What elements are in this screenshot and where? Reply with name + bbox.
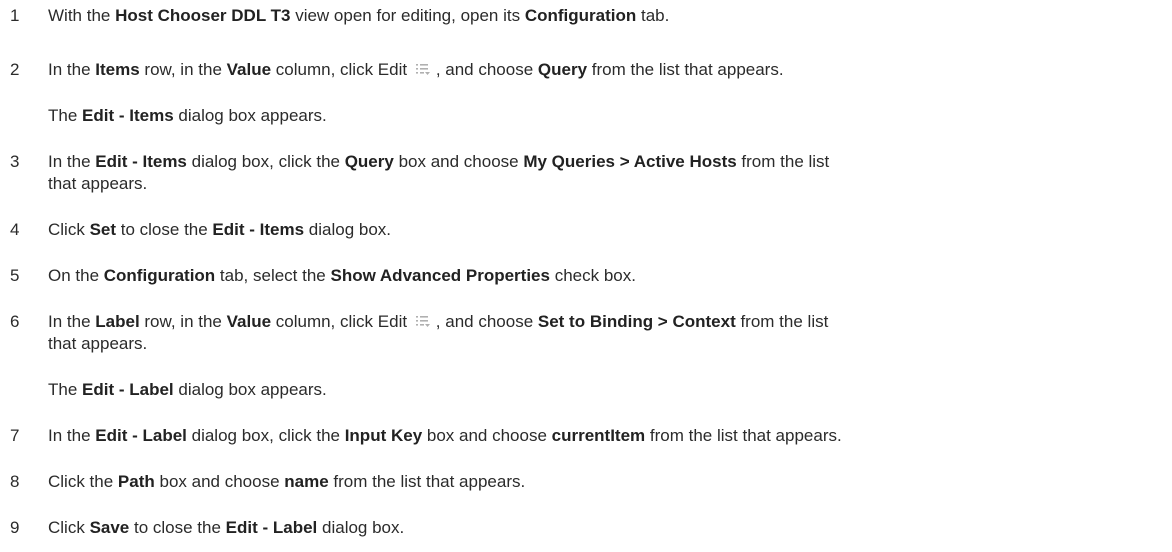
step-number: 8 [10,472,20,491]
step-text: On the Configuration tab, select the Sho… [48,266,636,285]
step-number: 6 [10,312,20,331]
step-text: Click the Path box and choose name from … [48,472,526,491]
step-text: that appears. [48,174,148,193]
instruction-document: 1 With the Host Chooser DDL T3 view open… [0,0,1172,552]
step-number: 2 [10,60,20,79]
step-text: With the Host Chooser DDL T3 view open f… [48,6,670,25]
step-number: 4 [10,220,20,239]
step-text: Click Set to close the Edit - Items dial… [48,220,391,239]
step-text: In the Edit - Items dialog box, click th… [48,152,830,171]
step-text: In the Edit - Label dialog box, click th… [48,426,842,445]
step-number: 3 [10,152,20,171]
result-text: The Edit - Label dialog box appears. [48,380,327,399]
step-number: 9 [10,518,20,537]
step-number: 5 [10,266,20,285]
step-text: In the Label row, in the Value column, c… [48,312,829,331]
step-text: In the Items row, in the Value column, c… [48,60,784,79]
step-text: that appears. [48,334,148,353]
step-text: Click Save to close the Edit - Label dia… [48,518,405,537]
step-number: 7 [10,426,20,445]
result-text: The Edit - Items dialog box appears. [48,106,327,125]
edit-list-icon [415,314,433,328]
edit-list-icon [415,62,433,76]
step-number: 1 [10,6,20,25]
